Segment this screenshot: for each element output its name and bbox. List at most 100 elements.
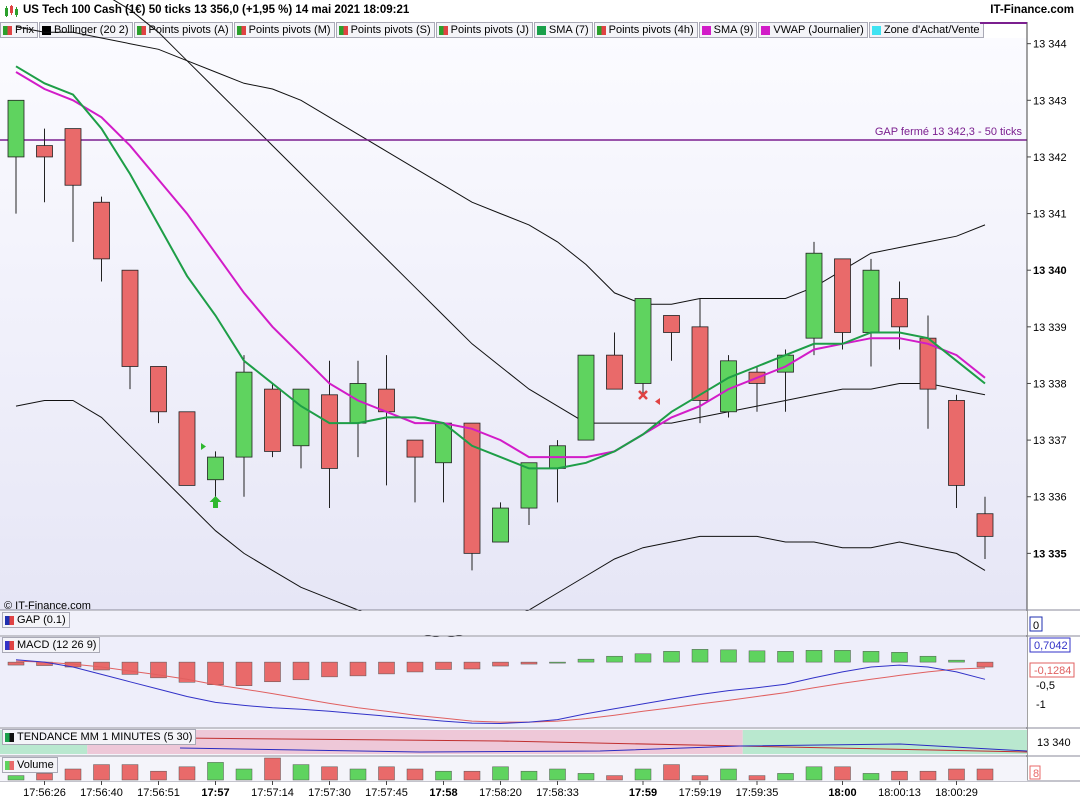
volume-bar: [435, 770, 452, 781]
macd-histogram-bar: [121, 661, 139, 675]
macd-histogram-bar: [976, 661, 994, 668]
macd-histogram-bar: [7, 661, 25, 666]
gap-axis-label: 0: [1033, 620, 1039, 632]
volume-bar: [919, 770, 937, 781]
volume-bar: [834, 766, 851, 781]
volume-panel-label[interactable]: Volume: [2, 757, 58, 773]
candle-body: [150, 366, 167, 413]
volume-bar: [492, 766, 509, 781]
candle-body: [435, 422, 452, 464]
volume-bar: [748, 775, 766, 781]
volume-bar: [150, 770, 167, 781]
x-tick-label: 17:57:45: [365, 787, 408, 799]
candle-body: [634, 298, 652, 384]
trading-chart[interactable]: GAP fermé 13 342,3 - 50 ticks© IT-Financ…: [0, 0, 1080, 800]
volume-panel-title: Volume: [17, 759, 54, 771]
candle-body: [520, 462, 538, 509]
y-tick-label: 13 335: [1033, 548, 1067, 560]
macd-panel-label[interactable]: MACD (12 26 9): [2, 637, 101, 653]
x-tick-label: 17:59:35: [736, 787, 779, 799]
candle-body: [378, 388, 395, 413]
macd-histogram-bar: [663, 651, 680, 663]
volume-bar: [634, 768, 652, 781]
candle-body: [948, 400, 965, 486]
gap-panel-bg: [0, 611, 1027, 635]
macd-histogram-bar: [321, 661, 338, 678]
x-tick-label: 17:56:40: [80, 787, 123, 799]
macd-histogram-bar: [264, 661, 281, 683]
x-tick-label: 18:00:13: [878, 787, 921, 799]
y-tick-label: 13 344: [1033, 39, 1067, 51]
volume-bar: [948, 768, 965, 781]
y-tick-label: 13 338: [1033, 378, 1067, 390]
candle-body: [64, 128, 82, 186]
candle-body: [406, 439, 424, 458]
macd-tick-label: -1: [1036, 699, 1046, 711]
volume-bar: [7, 775, 25, 781]
trend-axis-label: 13 340: [1037, 737, 1071, 749]
candle-body: [834, 258, 851, 333]
candle-body: [805, 252, 823, 339]
volume-bar: [606, 775, 623, 781]
volume-bar: [64, 768, 82, 781]
candle-body: [577, 354, 595, 441]
macd-histogram-bar: [577, 658, 595, 663]
x-tick-label: 17:57: [201, 787, 229, 799]
gap-panel-title: GAP (0.1): [17, 614, 66, 626]
macd-histogram-bar: [463, 661, 481, 670]
macd-histogram-bar: [891, 652, 908, 663]
candle-body: [492, 507, 509, 543]
volume-bar: [862, 773, 880, 781]
candle-body: [691, 326, 709, 401]
macd-histogram-bar: [948, 659, 965, 663]
trend-zone: [742, 730, 1027, 754]
volume-bar: [463, 770, 481, 781]
gap-swatch-icon: [5, 615, 14, 625]
macd-swatch-icon: [5, 640, 14, 650]
macd-histogram-bar: [606, 655, 623, 663]
macd-histogram-bar: [777, 651, 794, 663]
candle-body: [36, 145, 53, 158]
macd-histogram-bar: [492, 661, 509, 667]
candle-body: [121, 269, 139, 367]
volume-bar: [235, 768, 253, 781]
y-tick-label: 13 340: [1033, 265, 1067, 277]
gap-label: GAP fermé 13 342,3 - 50 ticks: [875, 126, 1023, 138]
macd-panel-title: MACD (12 26 9): [17, 639, 97, 651]
gap-panel-label[interactable]: GAP (0.1): [2, 612, 70, 628]
volume-bar: [93, 764, 110, 781]
volume-bar: [520, 770, 538, 781]
volume-swatch-icon: [5, 760, 14, 770]
y-tick-label: 13 343: [1033, 95, 1067, 107]
volume-bar: [891, 770, 908, 781]
macd-histogram-bar: [805, 650, 823, 663]
macd-histogram-bar: [378, 661, 395, 675]
y-tick-label: 13 337: [1033, 435, 1067, 447]
candle-body: [235, 371, 253, 458]
macd-histogram-bar: [834, 650, 851, 663]
macd-value-label: 0,7042: [1034, 640, 1068, 652]
macd-signal-label: -0,1284: [1034, 665, 1071, 677]
volume-bar: [663, 764, 680, 781]
macd-histogram-bar: [919, 655, 937, 663]
x-tick-label: 17:58:33: [536, 787, 579, 799]
volume-bar: [264, 757, 281, 781]
x-tick-label: 17:56:26: [23, 787, 66, 799]
volume-bar: [720, 768, 737, 781]
x-tick-label: 17:57:30: [308, 787, 351, 799]
volume-bar: [406, 768, 424, 781]
trend-swatch-icon: [5, 732, 14, 742]
volume-bar: [976, 768, 994, 781]
macd-histogram-bar: [520, 661, 538, 665]
candle-body: [292, 388, 310, 447]
volume-bar: [349, 768, 367, 781]
volume-bar: [321, 766, 338, 781]
volume-bar: [805, 766, 823, 781]
macd-histogram-bar: [349, 661, 367, 677]
macd-tick-label: -0,5: [1036, 680, 1055, 692]
candle-body: [93, 201, 110, 260]
trend-panel-label[interactable]: TENDANCE MM 1 MINUTES (5 30): [2, 729, 197, 745]
volume-bar: [36, 773, 53, 781]
candle-body: [862, 269, 880, 333]
y-tick-label: 13 341: [1033, 209, 1067, 221]
